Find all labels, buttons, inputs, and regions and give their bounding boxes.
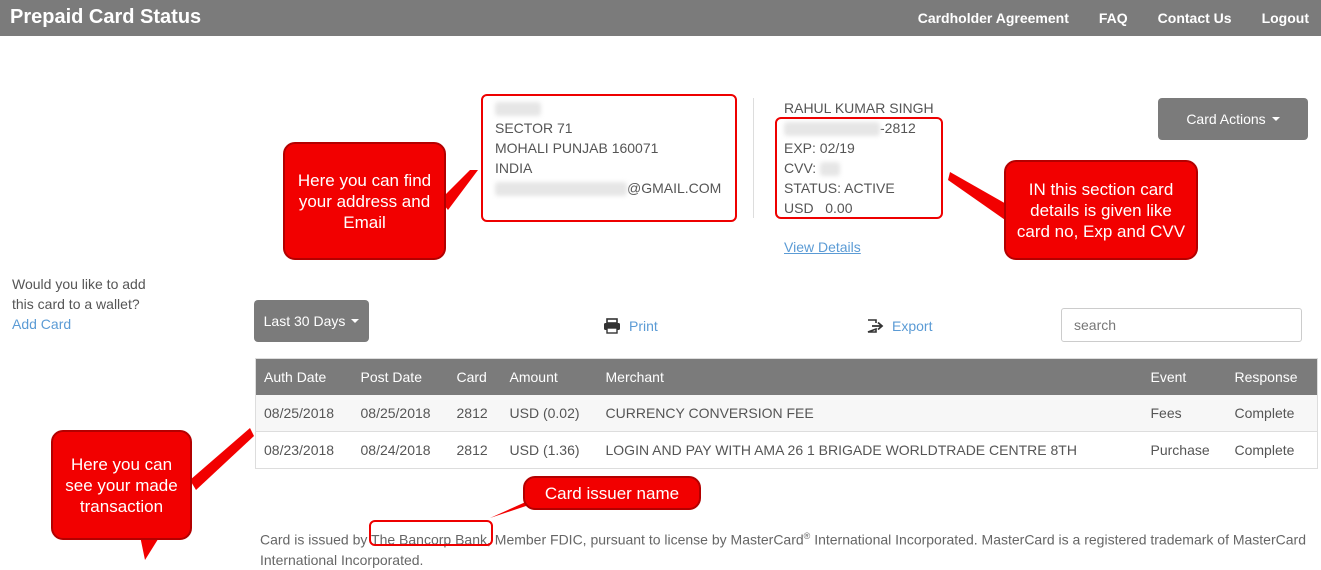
- card-callout-arrow: [948, 172, 1008, 222]
- address-callout-text: Here you can find your address and Email: [297, 170, 432, 232]
- card-callout-text: IN this section card details is given li…: [1016, 179, 1186, 241]
- address-callout: Here you can find your address and Email: [283, 142, 446, 260]
- issuer-callout: Card issuer name: [523, 476, 701, 510]
- card-callout: IN this section card details is given li…: [1004, 160, 1198, 260]
- transaction-callout-text: Here you can see your made transaction: [65, 454, 178, 516]
- transaction-callout-arrow: [190, 428, 254, 490]
- issuer-callout-text: Card issuer name: [544, 483, 680, 503]
- transaction-callout: Here you can see your made transaction: [51, 430, 192, 540]
